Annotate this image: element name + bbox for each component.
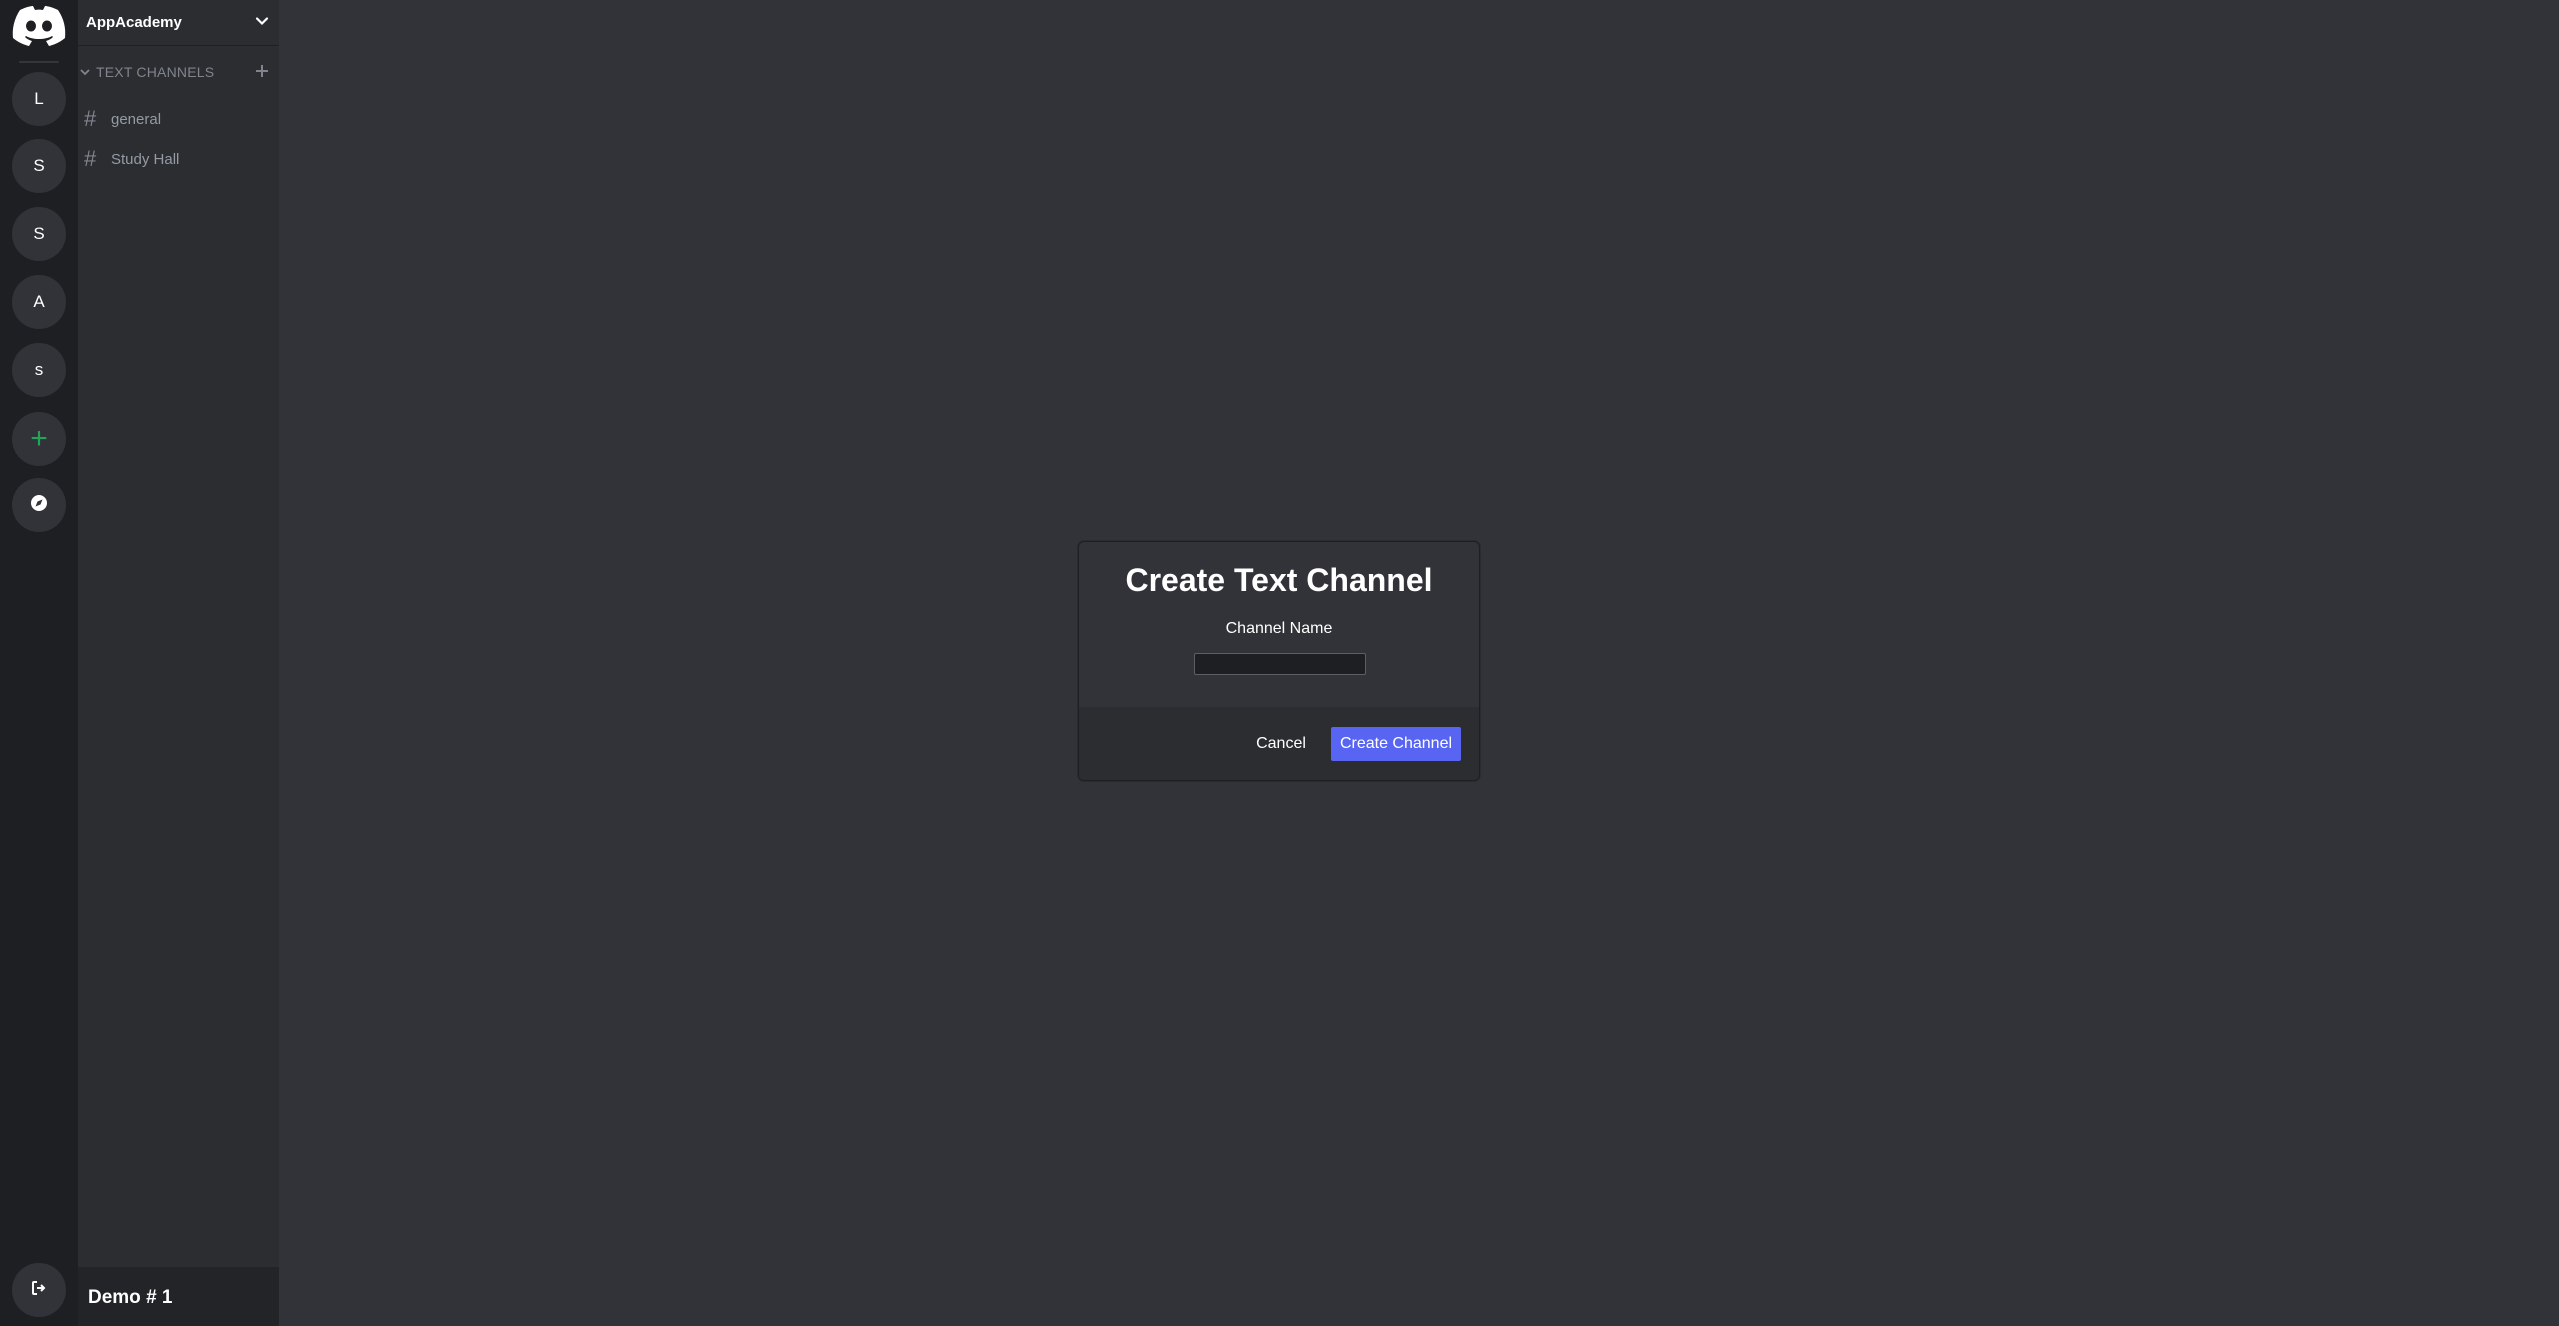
server-rail: L S S A s +	[0, 0, 78, 1326]
cancel-button[interactable]: Cancel	[1243, 727, 1319, 761]
logout-icon	[31, 1280, 47, 1301]
channel-sidebar: AppAcademy TEXT CHANNELS # general # Stu…	[78, 0, 279, 1326]
channel-name-label: Channel Name	[1225, 620, 1333, 637]
rail-divider	[19, 61, 59, 63]
chevron-down-icon	[255, 14, 269, 28]
channel-item-study-hall[interactable]: # Study Hall	[78, 145, 279, 173]
modal-footer: Cancel Create Channel	[1079, 707, 1479, 780]
server-name: AppAcademy	[86, 14, 182, 31]
server-button-s-2[interactable]: S	[12, 207, 66, 261]
category-text-channels: TEXT CHANNELS	[78, 62, 279, 82]
category-label: TEXT CHANNELS	[96, 64, 215, 80]
server-header[interactable]: AppAcademy	[78, 0, 279, 46]
user-panel: Demo # 1	[78, 1267, 279, 1326]
server-button-s-lower[interactable]: s	[12, 343, 66, 397]
hash-icon: #	[84, 146, 97, 171]
user-name: Demo # 1	[88, 1287, 173, 1308]
channel-name-input[interactable]	[1194, 653, 1366, 675]
server-button-l[interactable]: L	[12, 72, 66, 126]
server-button-a[interactable]: A	[12, 275, 66, 329]
modal-title: Create Text Channel	[1125, 562, 1433, 598]
channel-item-general[interactable]: # general	[78, 105, 279, 133]
logout-button[interactable]	[12, 1263, 66, 1317]
discord-logo-icon[interactable]	[11, 2, 67, 52]
server-button-s[interactable]: S	[12, 139, 66, 193]
create-channel-button[interactable]: Create Channel	[1331, 727, 1461, 761]
channel-name: Study Hall	[111, 151, 180, 168]
hash-icon: #	[84, 106, 97, 131]
add-channel-icon[interactable]	[253, 62, 271, 80]
compass-icon	[30, 494, 48, 517]
explore-servers-button[interactable]	[12, 478, 66, 532]
channel-name: general	[111, 111, 162, 128]
category-chevron-icon[interactable]	[79, 65, 91, 77]
add-server-button[interactable]: +	[12, 412, 66, 466]
app-window: L S S A s + AppAcademy TEXT CHANNELS # g…	[0, 0, 2559, 1326]
create-channel-modal: Create Text Channel Channel Name Cancel …	[1078, 541, 1480, 781]
